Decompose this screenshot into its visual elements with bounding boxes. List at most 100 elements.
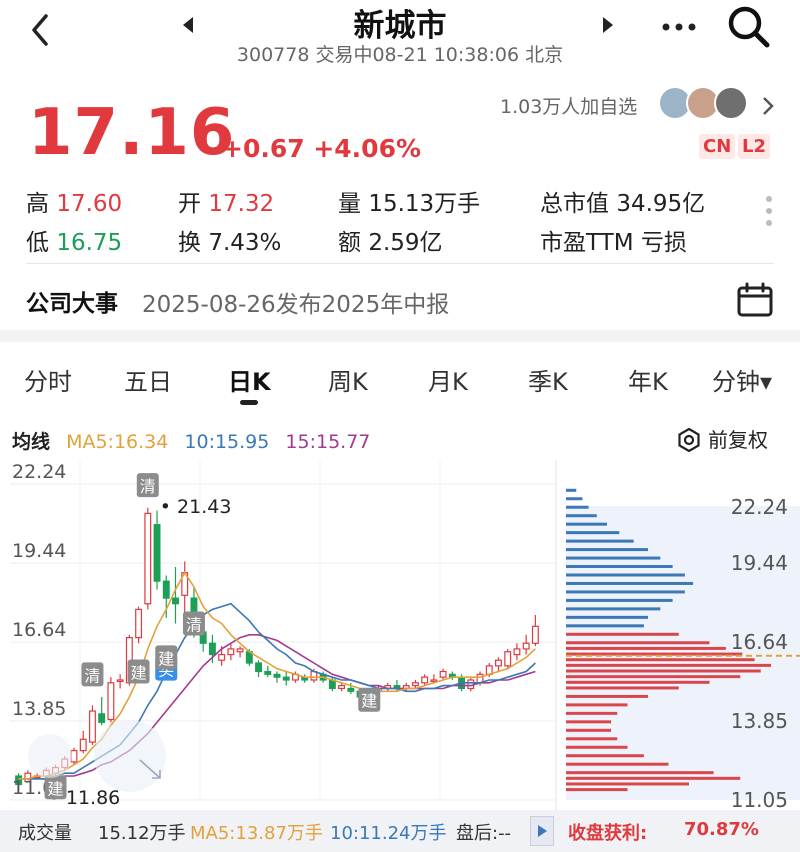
- tab-yearly-k[interactable]: 年K: [628, 362, 668, 397]
- trade-marker: 清: [136, 473, 159, 498]
- period-tabs: 分时 五日 日K 周K 月K 季K 年K 分钟▾: [0, 352, 800, 408]
- candle-body: [144, 512, 152, 605]
- trade-marker-text: 建: [48, 779, 64, 798]
- ma-label: 均线: [12, 431, 51, 453]
- next-stock-icon[interactable]: [600, 14, 616, 40]
- stat-turnover: 换 7.43%: [178, 223, 281, 257]
- trade-marker: 建: [155, 645, 178, 670]
- volume-profile-bar: [566, 646, 726, 650]
- volume-profile-bar: [566, 680, 710, 684]
- volume-profile-bar: [566, 548, 648, 552]
- stat-open-label: 开: [178, 191, 201, 217]
- calendar-icon[interactable]: [736, 282, 774, 322]
- volume-profile-bar: [566, 590, 685, 594]
- candle-body: [218, 653, 226, 661]
- candle-body: [273, 673, 281, 678]
- trade-marker-text: 建: [158, 649, 174, 668]
- stat-low-value: 16.75: [56, 230, 123, 256]
- volume-profile-bar: [566, 754, 644, 758]
- profit-label: 收盘获利:: [568, 823, 648, 844]
- candle-body: [107, 682, 115, 721]
- volume-profile-bar: [566, 624, 644, 628]
- event-text[interactable]: 2025-08-26发布2025年中报: [142, 285, 449, 319]
- active-tab-indicator: [240, 400, 258, 405]
- volume-profile-bar: [566, 505, 589, 509]
- stat-pe-value: 亏损: [640, 230, 687, 256]
- trade-marker-text: 清: [186, 616, 202, 635]
- adjust-toggle[interactable]: 前复权: [676, 424, 768, 453]
- more-icon[interactable]: [660, 14, 700, 40]
- stat-volume: 量 15.13万手: [338, 184, 480, 218]
- candle-body: [236, 648, 244, 653]
- trade-marker-text: 建: [131, 664, 147, 683]
- expand-stats-icon[interactable]: [766, 196, 774, 236]
- stat-low: 低 16.75: [26, 223, 122, 257]
- candle-body: [522, 642, 530, 650]
- volume-profile-bar: [566, 762, 669, 766]
- tab-minute[interactable]: 分钟▾: [712, 362, 772, 397]
- trade-marker-text: 清: [140, 477, 156, 496]
- y-tick-left: 22.24: [12, 461, 66, 483]
- tab-daily-k[interactable]: 日K: [228, 362, 271, 397]
- volume-profile-bar: [566, 632, 679, 636]
- followers-count[interactable]: 1.03万人加自选: [500, 92, 637, 119]
- y-tick-left: 16.64: [12, 619, 66, 641]
- kline-chart[interactable]: 22.24 19.44 16.64 13.85 11.05 22.24 19.44 16.64…: [0, 460, 800, 810]
- candle-body: [421, 676, 429, 684]
- play-button[interactable]: [530, 816, 554, 846]
- ma-legend[interactable]: 均线 MA5:16.34 10:15.95 15:15.77: [12, 427, 380, 454]
- candle-body: [264, 670, 272, 675]
- tab-five-day[interactable]: 五日: [124, 362, 172, 397]
- tab-quarterly-k[interactable]: 季K: [528, 362, 568, 397]
- stat-high: 高 17.60: [26, 184, 122, 218]
- volume-profile-bar: [566, 565, 673, 569]
- settings-icon: [678, 427, 700, 453]
- volume-profile-bar: [566, 788, 628, 792]
- current-price: 17.16: [28, 96, 236, 170]
- candle-body: [208, 642, 216, 656]
- search-icon[interactable]: [726, 4, 772, 54]
- volume-label[interactable]: 成交量: [18, 819, 72, 845]
- chevron-right-icon[interactable]: [760, 94, 776, 122]
- cn-badge[interactable]: CN: [699, 134, 736, 159]
- candle-body: [347, 687, 355, 692]
- volume-profile-bar: [566, 663, 771, 667]
- follower-avatars[interactable]: [658, 86, 754, 122]
- stat-turnover-value: 7.43%: [208, 230, 282, 256]
- stat-market-cap: 总市值 34.95亿: [540, 184, 705, 218]
- candle-body: [411, 682, 419, 687]
- candle-body: [88, 710, 96, 743]
- stat-high-label: 高: [26, 191, 49, 217]
- stock-subtitle: 300778 交易中08-21 10:38:06 北京: [236, 44, 564, 66]
- volume-profile-bar: [566, 675, 741, 679]
- volume-ma5: MA5:13.87万手: [190, 823, 323, 844]
- volume-profile-bar: [566, 720, 612, 724]
- stat-mcap-value: 34.95亿: [616, 191, 706, 217]
- volume-profile-bar: [566, 737, 618, 741]
- tab-intraday[interactable]: 分时: [24, 362, 72, 397]
- candle-body: [255, 662, 263, 673]
- l2-badge[interactable]: L2: [738, 134, 770, 159]
- volume-total: 15.12万手: [98, 823, 186, 844]
- volume-profile-bar: [566, 514, 597, 518]
- stat-mcap-label: 总市值: [540, 191, 609, 217]
- trade-marker: 建: [127, 659, 150, 684]
- cursor-halo: [94, 720, 166, 792]
- candle-body: [116, 679, 124, 683]
- adjust-label: 前复权: [708, 428, 768, 452]
- ma15-value: 15:15.77: [285, 431, 371, 453]
- stat-amount-label: 额: [338, 230, 361, 256]
- volume-profile-bar: [566, 581, 694, 585]
- y-tick-right: 13.85: [731, 709, 788, 733]
- stat-amount-value: 2.59亿: [368, 230, 443, 256]
- stat-open-value: 17.32: [208, 191, 275, 217]
- volume-profile-bar: [566, 497, 583, 501]
- volume-profile-bar: [566, 669, 761, 673]
- volume-profile-bar: [566, 641, 710, 645]
- volume-profile-bar: [566, 658, 755, 662]
- cursor-halo: [28, 734, 72, 778]
- event-label: 公司大事: [26, 291, 118, 317]
- tab-weekly-k[interactable]: 周K: [328, 362, 368, 397]
- tab-monthly-k[interactable]: 月K: [428, 362, 468, 397]
- volume-profile-bar: [566, 703, 628, 707]
